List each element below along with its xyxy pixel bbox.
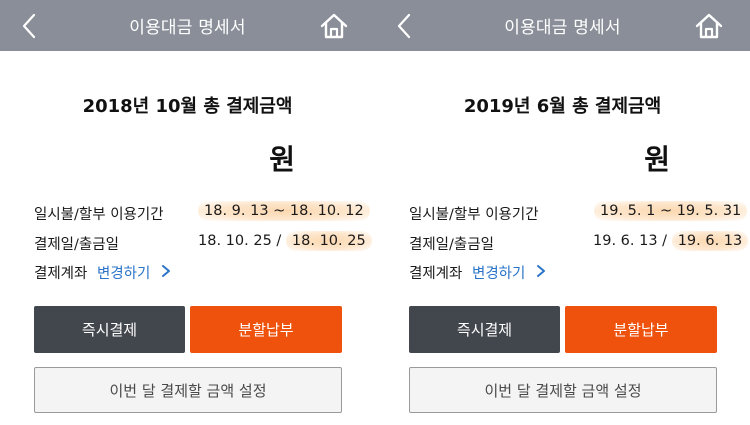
payment-date: 18. 10. 25: [198, 233, 272, 249]
date-separator: /: [271, 233, 286, 249]
chevron-right-icon[interactable]: [160, 264, 172, 278]
statement-panel-right: 이용대금 명세서 2019년 6월 총 결제금액 원 일시불/할부 이용기간 1…: [375, 0, 750, 425]
statement-title: 2019년 6월 총 결제금액: [463, 96, 662, 117]
usage-period-label: 일시불/할부 이용기간: [409, 207, 539, 223]
account-label: 결제계좌: [409, 266, 463, 282]
usage-period-value: 18. 9. 13 ~ 18. 10. 12: [198, 201, 370, 221]
usage-period-text: 18. 9. 13 ~ 18. 10. 12: [198, 201, 370, 221]
set-payment-amount-button[interactable]: 이번 달 결제할 금액 설정: [34, 367, 342, 413]
home-icon: [695, 13, 723, 39]
installment-button[interactable]: 분할납부: [190, 306, 342, 353]
payment-dates-value: 18. 10. 25 / 18. 10. 25: [198, 231, 372, 251]
usage-period-text: 19. 5. 1 ~ 19. 5. 31: [594, 201, 748, 221]
usage-period-label: 일시불/할부 이용기간: [34, 207, 164, 223]
set-payment-amount-button[interactable]: 이번 달 결제할 금액 설정: [409, 367, 717, 413]
top-bar: 이용대금 명세서: [0, 0, 375, 51]
statement-title: 2018년 10월 총 결제금액: [82, 96, 293, 117]
withdrawal-date: 18. 10. 25: [285, 231, 372, 251]
payment-dates-label: 결제일/출금일: [409, 237, 494, 253]
change-account-link[interactable]: 변경하기: [472, 262, 525, 283]
account-label: 결제계좌: [34, 266, 88, 282]
payment-dates-value: 19. 6. 13 / 19. 6. 13: [593, 231, 749, 251]
home-icon: [320, 13, 348, 39]
instant-pay-button[interactable]: 즉시결제: [409, 306, 560, 353]
installment-button[interactable]: 분할납부: [565, 306, 717, 353]
usage-period-value: 19. 5. 1 ~ 19. 5. 31: [594, 201, 748, 221]
change-account-link[interactable]: 변경하기: [97, 262, 150, 283]
amount-unit: 원: [644, 143, 670, 176]
chevron-right-icon[interactable]: [535, 264, 547, 278]
instant-pay-button[interactable]: 즉시결제: [34, 306, 185, 353]
payment-dates-label: 결제일/출금일: [34, 237, 119, 253]
home-button[interactable]: [692, 9, 726, 43]
home-button[interactable]: [317, 9, 351, 43]
top-bar: 이용대금 명세서: [375, 0, 750, 51]
payment-date: 19. 6. 13: [593, 233, 658, 249]
withdrawal-date: 19. 6. 13: [671, 231, 749, 251]
statement-panel-left: 이용대금 명세서 2018년 10월 총 결제금액 원 일시불/할부 이용기간 …: [0, 0, 375, 425]
date-separator: /: [657, 233, 672, 249]
amount-unit: 원: [269, 143, 295, 176]
